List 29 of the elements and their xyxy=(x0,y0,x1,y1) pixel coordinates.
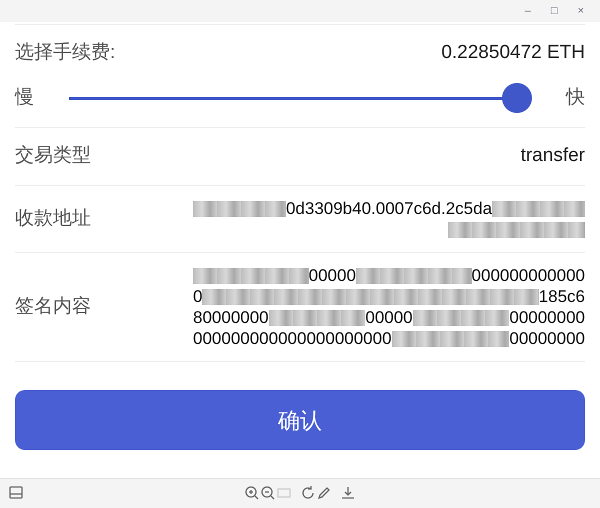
partial-text: 00000000 xyxy=(509,328,585,349)
slider-thumb[interactable] xyxy=(502,83,532,113)
partial-text: 0d3309b40.0007c6d.2c5da xyxy=(286,198,492,219)
close-button[interactable]: × xyxy=(578,2,584,20)
zoom-out-icon[interactable] xyxy=(260,485,276,501)
partial-text: 0 xyxy=(193,286,202,307)
partial-text: 000000000000 xyxy=(472,265,585,286)
field-label: 交易类型 xyxy=(15,144,91,168)
download-icon[interactable] xyxy=(340,485,356,501)
partial-text: 00000 xyxy=(365,307,413,328)
rotate-icon[interactable] xyxy=(300,485,316,501)
partial-text: 00000 xyxy=(308,265,356,286)
maximize-button[interactable]: □ xyxy=(550,2,558,20)
fee-label: 选择手续费: xyxy=(15,40,116,65)
panel-icon[interactable] xyxy=(8,485,24,501)
field-label: 签名内容 xyxy=(15,294,91,319)
slow-label: 慢 xyxy=(15,86,34,110)
minimize-button[interactable]: – xyxy=(524,2,531,20)
partial-text: 00000000 xyxy=(509,307,585,328)
zoom-in-icon[interactable] xyxy=(244,485,260,501)
field-label: 收款地址 xyxy=(15,206,91,231)
partial-text: 000000000000000000000 xyxy=(193,328,392,349)
pencil-icon[interactable] xyxy=(316,485,332,501)
partial-text: 185c6 xyxy=(538,286,585,307)
confirm-button[interactable]: 确认 xyxy=(15,390,585,450)
fee-value: 0.22850472 ETH xyxy=(441,40,585,65)
partial-text: 80000000 xyxy=(193,307,269,328)
field-value: transfer xyxy=(520,144,585,168)
fast-label: 快 xyxy=(566,86,585,110)
